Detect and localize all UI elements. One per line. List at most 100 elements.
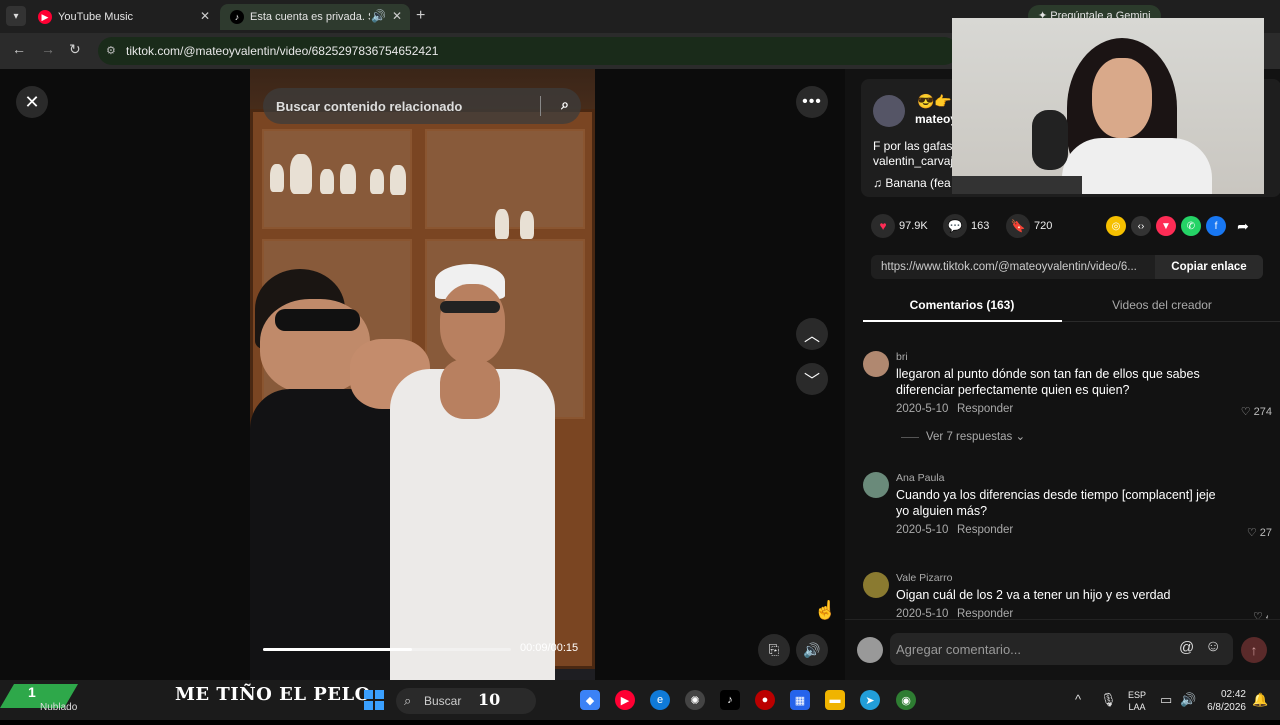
telegram-icon[interactable]: ➤ [860,690,880,710]
copilot-icon[interactable]: ◆ [580,690,600,710]
comment-count: 163 [971,220,990,232]
volume-button[interactable]: 🔊 [796,634,828,666]
author-avatar[interactable] [873,95,905,127]
weather-widget[interactable]: 1 Nublado [0,680,80,720]
facebook-icon[interactable]: f [1206,216,1226,236]
tab-tiktok[interactable]: ♪ Esta cuenta es privada. Sig 🔊 ✕ [220,4,410,30]
chrome-icon[interactable]: ◉ [896,690,916,710]
forward-icon[interactable]: → [41,41,55,57]
reload-icon[interactable]: ↻ [69,41,81,58]
post-comment-button[interactable]: ↑ [1241,637,1267,663]
view-replies-button[interactable]: Ver 7 respuestas ⌄ [926,429,1025,443]
url-field[interactable]: ⚙ tiktok.com/@mateoyvalentin/video/68252… [98,37,958,65]
music-link[interactable]: ♫ Banana (fea [873,176,951,190]
obs-icon[interactable]: ● [755,690,775,710]
comment-like-button[interactable]: ♡ 27 [1247,526,1272,539]
video-pane: ✕ Buscar contenido relacionado ⌕ 00:09/0… [0,69,845,680]
active-tab-indicator [863,320,1062,322]
tab-title: Esta cuenta es privada. Sig [250,11,370,23]
close-tab-icon[interactable]: ✕ [200,9,210,23]
commenter-avatar[interactable] [863,572,889,598]
comment-item: bri llegaron al punto dónde son tan fan … [863,351,1272,421]
video-progress-bar[interactable] [263,648,511,651]
chatgpt-icon[interactable]: ✺ [685,690,705,710]
comment-date: 2020-5-10 [896,403,949,415]
share-arrow-icon[interactable]: ➦ [1233,216,1253,236]
back-icon[interactable]: ← [12,41,26,57]
commenter-avatar[interactable] [863,351,889,377]
tab-search-button[interactable]: ▾ [6,6,26,26]
close-video-button[interactable]: ✕ [16,86,48,118]
network-icon[interactable]: ▭ [1160,692,1172,708]
store-icon[interactable]: ▦ [790,690,810,710]
commenter-name[interactable]: Vale Pizarro [896,572,952,584]
save-button[interactable]: 🔖 720 [1006,214,1052,238]
comment-date: 2020-5-10 [896,524,949,536]
emoji-icon[interactable]: ☺ [1205,638,1221,656]
language-code: ESP [1128,690,1147,700]
chevron-down-icon: ﹀ [803,373,820,390]
music-title: Banana (fea [885,176,951,190]
commenter-avatar[interactable] [863,472,889,498]
volume-icon[interactable]: 🔊 [1180,692,1196,708]
windows-start-icon[interactable] [364,690,384,710]
more-options-button[interactable]: ••• [796,86,828,118]
close-tab-icon[interactable]: ✕ [392,9,402,23]
whatsapp-icon[interactable]: ✆ [1181,216,1201,236]
chevron-up-icon: ︿ [803,328,820,345]
youtube-music-icon[interactable]: ▶ [615,690,635,710]
edge-icon[interactable]: e [650,690,670,710]
report-button[interactable]: ⎘ [758,634,790,666]
like-button[interactable]: ♥ 97.9K [871,214,928,238]
commenter-name[interactable]: Ana Paula [896,472,944,484]
embed-icon[interactable]: ‹› [1131,216,1151,236]
mention-icon[interactable]: @ [1179,639,1194,656]
folder-icon[interactable]: ▬ [825,690,845,710]
tab-youtube-music[interactable]: ▶ YouTube Music ✕ [28,4,218,30]
webcam-overlay [952,18,1264,194]
stream-overlay-text: ME TIÑO EL PELO [175,684,371,705]
next-video-button[interactable]: ﹀ [796,363,828,395]
language-indicator[interactable]: ESP LAA [1128,689,1146,713]
url-text: tiktok.com/@mateoyvalentin/video/6825297… [126,44,439,58]
view-replies-label: Ver 7 respuestas [926,431,1013,443]
site-info-icon[interactable]: ⚙ [106,44,116,57]
copy-link-button[interactable]: Copiar enlace [1155,255,1263,279]
new-tab-button[interactable]: + [416,7,425,25]
video-player[interactable] [250,69,595,680]
notifications-icon[interactable]: 🔔 [1252,692,1268,708]
heart-icon: ♥ [871,214,895,238]
mouse-cursor-icon: ☝ [814,600,837,620]
microphone-icon[interactable]: 🎙 [1100,692,1117,708]
like-count: 97.9K [899,220,928,232]
coin-share-icon[interactable]: ◎ [1106,216,1126,236]
share-link-url[interactable]: https://www.tiktok.com/@mateoyvalentin/v… [881,261,1149,273]
comment-like-button[interactable]: ♡ 274 [1241,405,1272,418]
reply-button[interactable]: Responder [957,524,1013,536]
send-to-friends-icon[interactable]: ▼ [1156,216,1176,236]
comment-item: Vale Pizarro Oigan cuál de los 2 va a te… [863,572,1268,620]
previous-video-button[interactable]: ︿ [796,318,828,350]
taskbar-search[interactable]: ⌕ Buscar 10 [396,688,536,714]
chevron-down-icon: ⌄ [1012,431,1026,443]
reply-button[interactable]: Responder [957,403,1013,415]
clock[interactable]: 02:42 6/8/2026 [1202,688,1246,714]
comment-button[interactable]: 💬 163 [943,214,989,238]
divider [540,96,541,116]
speaker-icon[interactable]: 🔊 [371,9,386,23]
stream-overlay-number: 10 [478,690,501,709]
tiktok-icon[interactable]: ♪ [720,690,740,710]
comment-text: llegaron al punto dónde son tan fan de e… [896,367,1200,397]
heart-outline-icon: ♡ [1240,406,1254,418]
chevron-up-icon[interactable]: ^ [1075,692,1081,707]
related-search-input[interactable]: Buscar contenido relacionado ⌕ [263,88,581,124]
weather-label: Nublado [40,702,78,713]
music-note-icon: ♫ [873,176,886,190]
tab-comments[interactable]: Comentarios (163) [863,298,1061,312]
commenter-name[interactable]: bri [896,351,908,363]
comment-like-count: 274 [1253,406,1272,418]
search-icon: ⌕ [404,693,412,708]
search-icon[interactable]: ⌕ [561,96,569,113]
tab-creator-videos[interactable]: Videos del creador [1063,298,1261,312]
author-name[interactable]: mateoy [915,112,957,126]
